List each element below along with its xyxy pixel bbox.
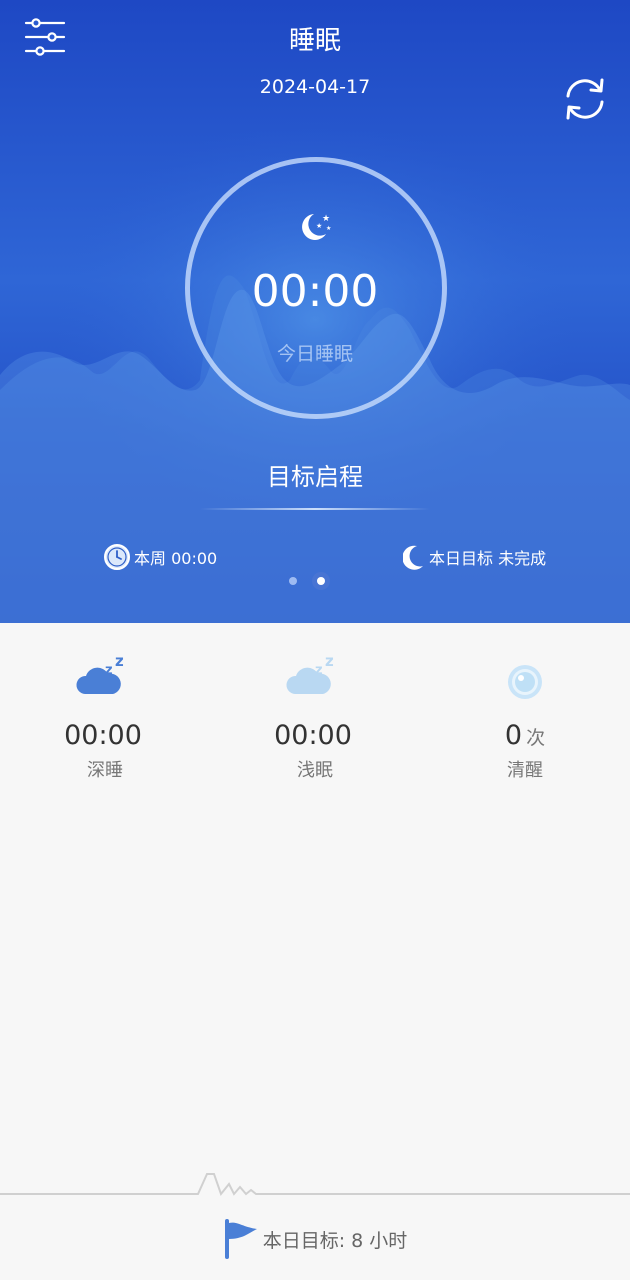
clock-icon: [104, 544, 130, 570]
awake-count-value: 0次: [504, 720, 546, 751]
awake-label: 清醒: [507, 760, 543, 781]
daily-goal-footer[interactable]: 本日目标: 8 小时: [0, 1218, 630, 1260]
sleep-summary-panel: 睡眠 2024-04-17 ★ ★ ★ 00:00 今日睡眠 目标启程 本周 0…: [0, 0, 630, 623]
svg-text:z: z: [325, 652, 334, 670]
awake-eye-icon: [508, 665, 542, 699]
moon-stars-icon: ★ ★ ★: [302, 214, 331, 240]
svg-text:z: z: [105, 663, 113, 678]
goal-divider: [200, 508, 430, 510]
today-sleep-label: 今日睡眠: [276, 343, 353, 365]
light-sleep-stat: z z 00:00 浅眠: [210, 650, 420, 782]
page-dot-2-active[interactable]: [312, 572, 330, 590]
page-title: 睡眠: [288, 26, 341, 56]
svg-text:★: ★: [316, 222, 322, 230]
svg-text:★: ★: [326, 225, 331, 232]
light-sleep-label: 浅眠: [297, 760, 333, 781]
sync-button[interactable]: [556, 74, 614, 124]
deep-sleep-stat: z z 00:00 深睡: [0, 650, 210, 782]
today-sleep-time: 00:00: [251, 266, 379, 317]
week-total: 本周 00:00: [103, 543, 217, 571]
day-goal-label: 本日目标 未完成: [429, 549, 547, 568]
sync-icon: [566, 78, 604, 120]
goal-title: 目标启程: [267, 463, 363, 491]
svg-text:★: ★: [322, 214, 330, 224]
crescent-moon-icon: [403, 545, 423, 570]
flag-icon: [224, 1219, 257, 1259]
page-indicator[interactable]: [285, 572, 345, 590]
daily-goal-text: 本日目标: 8 小时: [262, 1229, 408, 1252]
deep-sleep-cloud-icon: z z: [76, 652, 124, 694]
day-goal-status: 本日目标 未完成: [403, 543, 546, 571]
deep-sleep-value: 00:00: [64, 720, 142, 751]
svg-text:z: z: [315, 663, 323, 678]
heartbeat-line: [0, 1173, 630, 1197]
page-dot-1[interactable]: [289, 577, 297, 585]
svg-text:z: z: [115, 652, 124, 670]
date-label[interactable]: 2024-04-17: [0, 76, 630, 98]
week-total-label: 本周 00:00: [134, 549, 218, 568]
light-sleep-value: 00:00: [274, 720, 352, 751]
awake-count-unit: 次: [526, 727, 546, 749]
awake-stat: 0次 清醒: [420, 650, 630, 782]
deep-sleep-label: 深睡: [87, 760, 123, 781]
light-sleep-cloud-icon: z z: [286, 652, 334, 694]
